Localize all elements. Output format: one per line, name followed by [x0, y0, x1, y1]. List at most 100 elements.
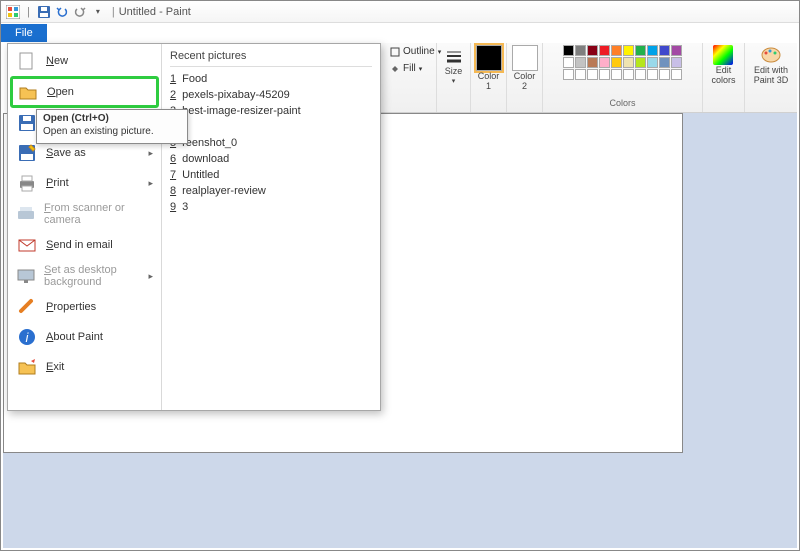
- recent-item[interactable]: 6download: [170, 151, 372, 167]
- recent-item[interactable]: 5reenshot_0: [170, 135, 372, 151]
- color-swatch[interactable]: [575, 69, 586, 80]
- color-swatch[interactable]: [563, 57, 574, 68]
- menu-item-label: From scanner or camera: [44, 202, 153, 226]
- tab-strip: File: [1, 23, 799, 43]
- color-swatch[interactable]: [659, 69, 670, 80]
- undo-icon[interactable]: [54, 4, 70, 20]
- paint3d-button[interactable]: Edit with Paint 3D: [754, 45, 789, 85]
- recent-item[interactable]: 8realplayer-review: [170, 183, 372, 199]
- recent-pictures-header: Recent pictures: [170, 50, 372, 67]
- color-swatch[interactable]: [599, 57, 610, 68]
- outline-label: Outline: [403, 46, 435, 57]
- color-swatch[interactable]: [671, 69, 682, 80]
- file-menu-print[interactable]: Print: [10, 168, 159, 198]
- file-menu-right: Recent pictures 1Food2pexels-pixabay-452…: [162, 44, 380, 410]
- new-icon: [16, 50, 38, 72]
- app-icon: [5, 4, 21, 20]
- colors-group-label: Colors: [609, 98, 635, 110]
- qat-dropdown-icon[interactable]: ▾: [90, 4, 106, 20]
- size-label: Size: [445, 66, 463, 76]
- properties-icon: [16, 296, 38, 318]
- tooltip-body: Open an existing picture.: [43, 126, 181, 137]
- file-menu: NewOpenSaveSave asPrintFrom scanner or c…: [7, 43, 381, 411]
- color1-label: Color 1: [478, 71, 500, 91]
- color-swatch[interactable]: [611, 45, 622, 56]
- print-icon: [16, 172, 38, 194]
- recent-item[interactable]: 2pexels-pixabay-45209: [170, 87, 372, 103]
- color-swatch[interactable]: [623, 57, 634, 68]
- file-menu-exit[interactable]: Exit: [10, 352, 159, 382]
- color1-button[interactable]: Color 1: [476, 45, 502, 91]
- fill-dropdown[interactable]: Fill▾: [387, 62, 425, 75]
- titlebar: | ▾ | Untitled - Paint: [1, 1, 799, 23]
- fill-label: Fill: [403, 63, 416, 74]
- paint3d-icon: [760, 45, 782, 65]
- rainbow-icon: [713, 45, 733, 65]
- paint-window: | ▾ | Untitled - Paint File Outline▾ Fil…: [0, 0, 800, 551]
- file-tab[interactable]: File: [1, 24, 47, 42]
- open-icon: [17, 81, 39, 103]
- color-swatch[interactable]: [659, 45, 670, 56]
- menu-item-label: Send in email: [46, 239, 113, 251]
- menu-item-label: Print: [46, 177, 69, 189]
- menu-item-label: Properties: [46, 301, 96, 313]
- save-icon[interactable]: [36, 4, 52, 20]
- color-palette-group: Colors: [543, 43, 703, 112]
- recent-item[interactable]: 1Food: [170, 71, 372, 87]
- file-menu-about[interactable]: i About Paint: [10, 322, 159, 352]
- color-swatch[interactable]: [587, 57, 598, 68]
- color-swatch[interactable]: [671, 45, 682, 56]
- menu-item-label: New: [46, 55, 68, 67]
- menu-item-label: Set as desktop background: [44, 264, 153, 288]
- color-swatch[interactable]: [635, 45, 646, 56]
- color-swatch[interactable]: [599, 45, 610, 56]
- chevron-down-icon: ▾: [452, 77, 456, 85]
- menu-item-label: Exit: [46, 361, 64, 373]
- color-swatch[interactable]: [671, 57, 682, 68]
- save-icon: [16, 112, 38, 134]
- recent-item[interactable]: 7Untitled: [170, 167, 372, 183]
- desktop-icon: [16, 265, 36, 287]
- file-menu-desktop: Set as desktop background: [10, 260, 159, 292]
- color-swatch[interactable]: [611, 57, 622, 68]
- menu-item-label: Save as: [46, 147, 86, 159]
- color-swatch[interactable]: [587, 45, 598, 56]
- file-menu-properties[interactable]: Properties: [10, 292, 159, 322]
- about-icon: i: [16, 326, 38, 348]
- color-swatch[interactable]: [635, 69, 646, 80]
- color-swatch[interactable]: [635, 57, 646, 68]
- color-swatch[interactable]: [575, 57, 586, 68]
- file-menu-send[interactable]: Send in email: [10, 230, 159, 260]
- color-swatch[interactable]: [563, 45, 574, 56]
- recent-item[interactable]: 93: [170, 199, 372, 215]
- color-swatch[interactable]: [563, 69, 574, 80]
- outline-dropdown[interactable]: Outline▾: [387, 45, 444, 58]
- color-swatch[interactable]: [587, 69, 598, 80]
- qat-separator: |: [27, 6, 30, 18]
- recent-item[interactable]: 3best-image-resizer-paint: [170, 103, 372, 119]
- color-swatch[interactable]: [647, 57, 658, 68]
- color1-swatch: [476, 45, 502, 71]
- color-swatch[interactable]: [659, 57, 670, 68]
- window-title: Untitled - Paint: [119, 6, 191, 18]
- color-swatch[interactable]: [623, 69, 634, 80]
- redo-icon[interactable]: [72, 4, 88, 20]
- edit-colors-label: Edit colors: [711, 65, 735, 85]
- scanner-icon: [16, 203, 36, 225]
- recent-item[interactable]: 4: [170, 119, 372, 135]
- file-menu-scanner: From scanner or camera: [10, 198, 159, 230]
- color-swatch[interactable]: [647, 69, 658, 80]
- send-icon: [16, 234, 38, 256]
- tooltip-title: Open (Ctrl+O): [43, 113, 181, 124]
- color-swatch[interactable]: [647, 45, 658, 56]
- size-button[interactable]: Size ▾: [445, 45, 463, 85]
- color-swatch[interactable]: [623, 45, 634, 56]
- color-swatch[interactable]: [599, 69, 610, 80]
- color-swatch[interactable]: [575, 45, 586, 56]
- file-menu-new[interactable]: New: [10, 46, 159, 76]
- color2-button[interactable]: Color 2: [512, 45, 538, 91]
- edit-colors-button[interactable]: Edit colors: [711, 45, 735, 85]
- menu-item-label: About Paint: [46, 331, 103, 343]
- file-menu-open[interactable]: Open: [10, 76, 159, 108]
- color-swatch[interactable]: [611, 69, 622, 80]
